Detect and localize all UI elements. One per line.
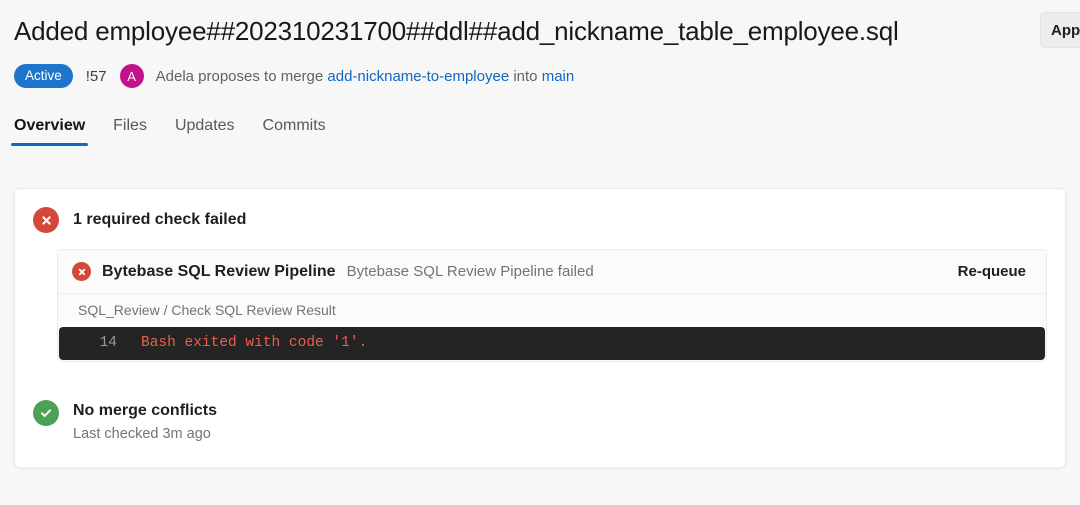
- log-line-number: 14: [99, 335, 117, 351]
- merge-into-text: into: [513, 67, 538, 85]
- target-branch-link[interactable]: main: [542, 68, 575, 85]
- merge-description: Adela proposes to merge add-nickname-to-…: [156, 68, 575, 85]
- merge-conflicts-subtitle: Last checked 3m ago: [73, 426, 211, 442]
- merge-request-page: Added employee##202310231700##ddl##add_n…: [0, 0, 1080, 505]
- pipeline-check-header: Bytebase SQL Review Pipeline Bytebase SQ…: [58, 250, 1046, 293]
- merge-widget: 1 required check failed Bytebase SQL Rev…: [14, 188, 1066, 468]
- tab-overview[interactable]: Overview: [10, 117, 89, 146]
- page-header: Added employee##202310231700##ddl##add_n…: [0, 0, 1080, 89]
- merge-conflicts-texts: No merge conflicts Last checked 3m ago: [73, 400, 217, 445]
- tab-files[interactable]: Files: [113, 117, 147, 146]
- required-checks-title: 1 required check failed: [73, 211, 247, 228]
- merge-prefix-text: Adela proposes to merge: [155, 67, 324, 85]
- required-checks-header: 1 required check failed: [33, 207, 1047, 233]
- error-icon: [33, 207, 59, 233]
- pipeline-check-card: Bytebase SQL Review Pipeline Bytebase SQ…: [57, 249, 1047, 362]
- required-checks-section: 1 required check failed Bytebase SQL Rev…: [15, 189, 1065, 382]
- tab-updates[interactable]: Updates: [175, 117, 235, 146]
- pipeline-name: Bytebase SQL Review Pipeline: [102, 262, 336, 280]
- merge-request-meta: Active !57 A Adela proposes to merge add…: [14, 63, 1060, 89]
- re-queue-button[interactable]: Re-queue: [958, 263, 1032, 280]
- pipeline-job-path[interactable]: SQL_Review / Check SQL Review Result: [58, 293, 1046, 327]
- success-check-icon: [33, 400, 59, 426]
- page-title: Added employee##202310231700##ddl##add_n…: [14, 16, 899, 46]
- pipeline-description: Bytebase SQL Review Pipeline failed: [346, 263, 594, 280]
- error-icon-small: [72, 262, 91, 281]
- merge-conflicts-section: No merge conflicts Last checked 3m ago: [15, 382, 1065, 467]
- pipeline-log-line: 14 Bash exited with code '1'.: [59, 327, 1045, 360]
- avatar[interactable]: A: [119, 64, 144, 88]
- source-branch-link[interactable]: add-nickname-to-employee: [327, 68, 509, 85]
- status-badge: Active: [14, 64, 73, 88]
- log-line-text: Bash exited with code '1'.: [141, 335, 368, 351]
- merge-request-iid[interactable]: !57: [86, 68, 107, 85]
- merge-conflicts-title: No merge conflicts: [73, 402, 218, 419]
- tab-commits[interactable]: Commits: [263, 117, 326, 146]
- merge-request-tabs: Overview Files Updates Commits: [0, 106, 1080, 146]
- approve-button[interactable]: Approve: [1040, 12, 1080, 48]
